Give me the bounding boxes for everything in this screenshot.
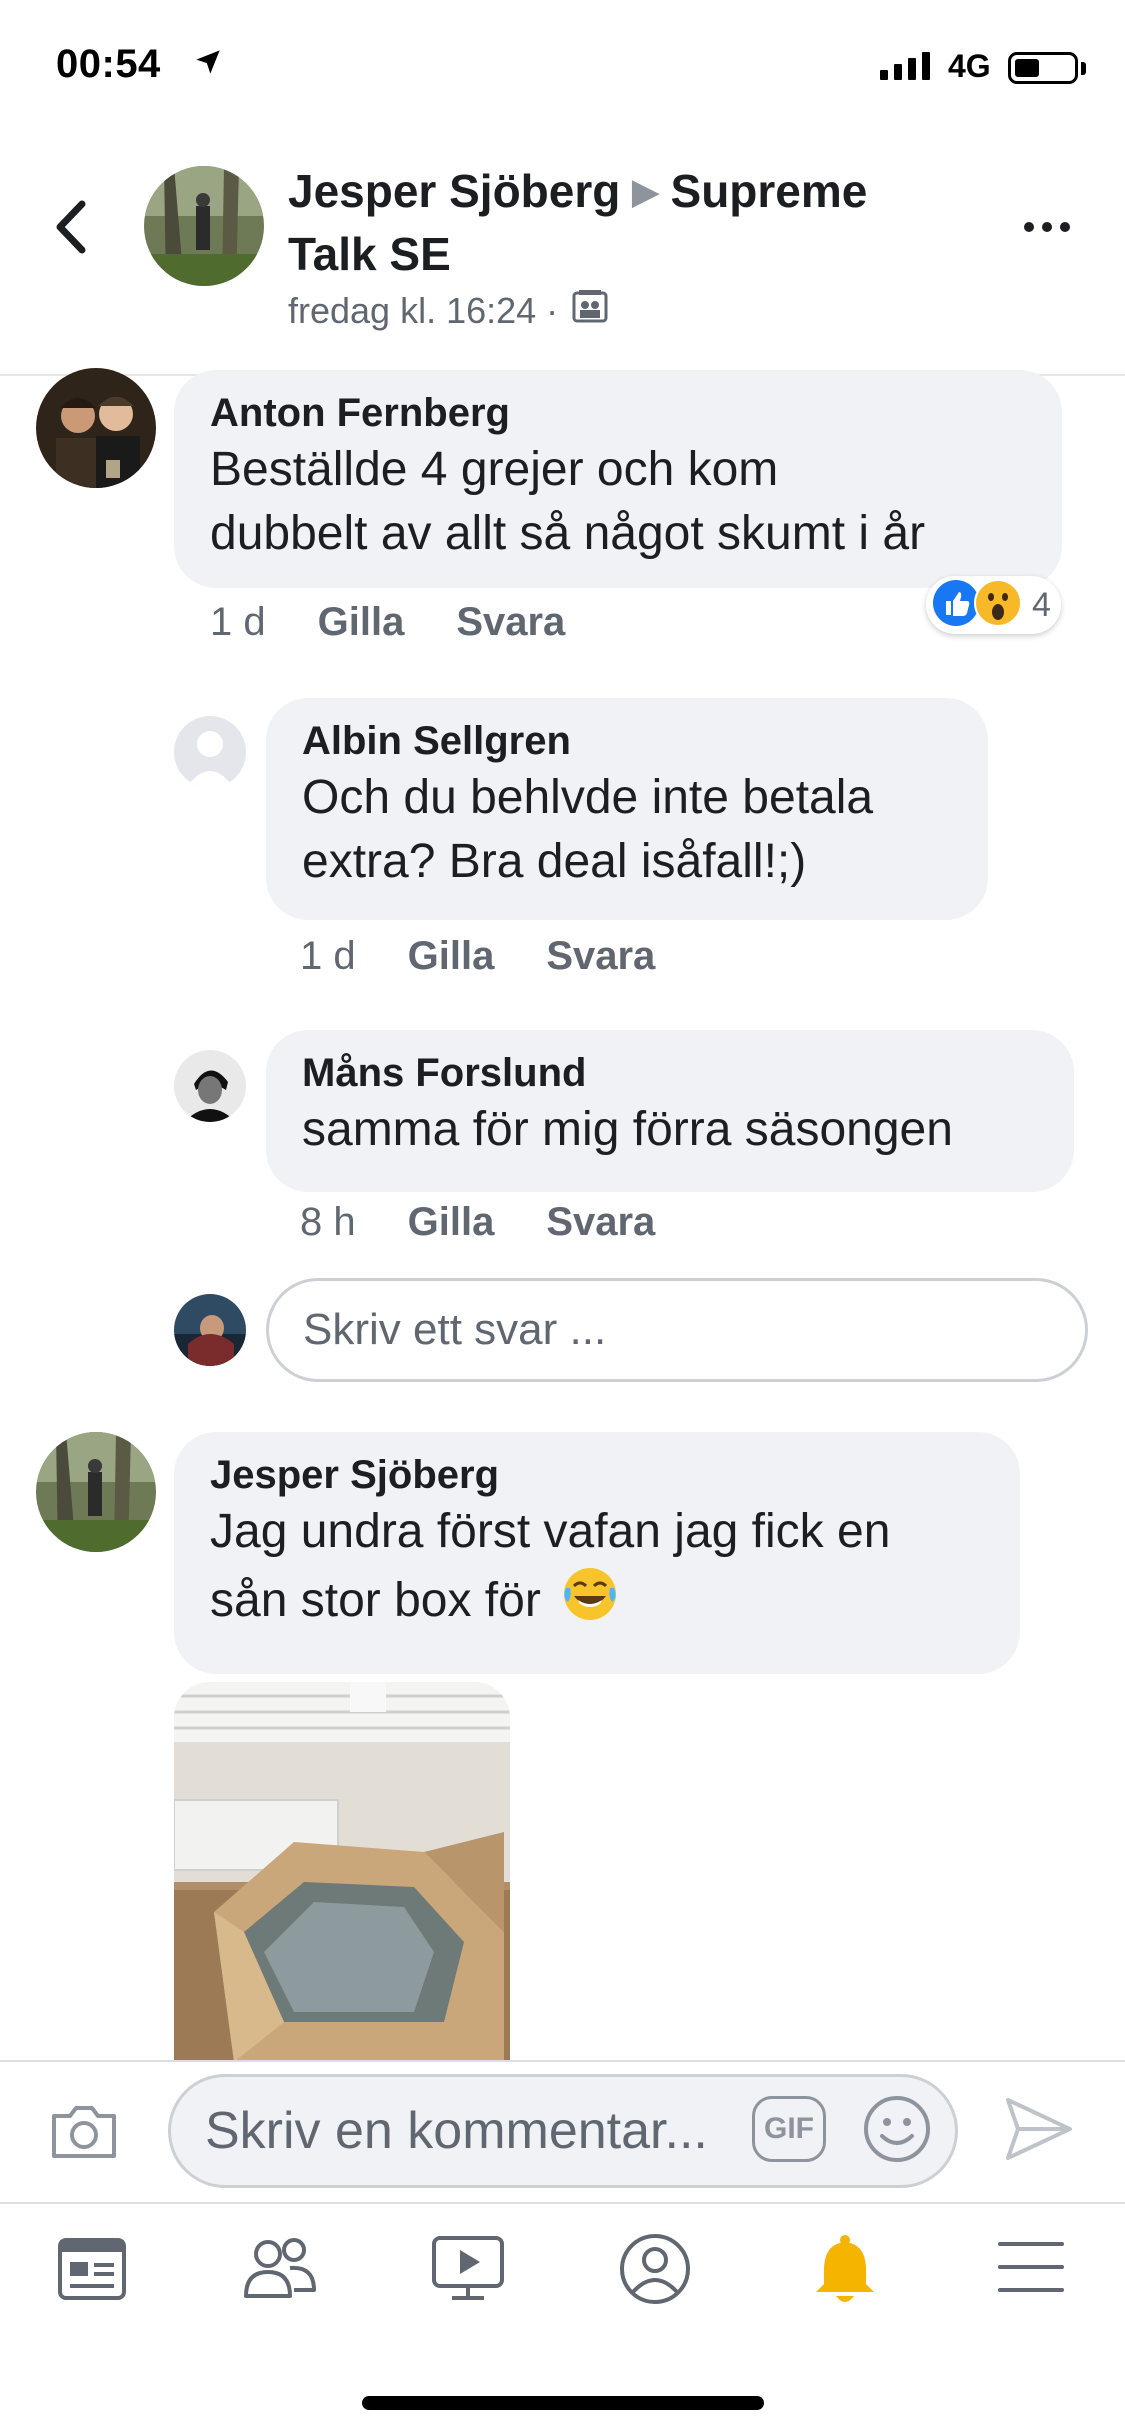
friends-icon[interactable] [240, 2232, 320, 2309]
group-audience-icon [572, 288, 608, 333]
reply-actions: 1 d Gilla Svara [300, 934, 655, 979]
author-name[interactable]: Jesper Sjöberg [288, 165, 620, 217]
post-header-title: Jesper Sjöberg ▶ Supreme Talk SE [288, 162, 968, 283]
comment-bubble: Anton Fernberg Beställde 4 grejer och ko… [174, 370, 1062, 588]
post-timestamp: fredag kl. 16:24 · [288, 289, 559, 331]
wow-reaction-icon [974, 578, 1022, 632]
group-name-line2[interactable]: Talk SE [288, 228, 451, 280]
comment-text: extra? Bra deal isåfall!;) [302, 835, 807, 888]
comment-text: samma för mig förra säsongen [302, 1103, 953, 1156]
like-button[interactable]: Gilla [408, 1200, 495, 1245]
reply-actions: 8 h Gilla Svara [300, 1200, 655, 1245]
notifications-bell-icon[interactable] [810, 2232, 880, 2313]
emoji-icon[interactable] [862, 2094, 932, 2169]
more-options-icon[interactable] [1024, 222, 1070, 232]
comment-text: Och du behlvde inte betala [302, 771, 874, 824]
comment-text: Beställde 4 grejer och kom [210, 443, 779, 496]
like-button[interactable]: Gilla [408, 934, 495, 979]
watch-icon[interactable] [430, 2232, 506, 2309]
signal-strength-icon [880, 52, 930, 80]
reply-bubble: Måns Forslund samma för mig förra säsong… [266, 1030, 1074, 1192]
reactions-summary[interactable]: 4 [926, 576, 1061, 634]
send-icon[interactable] [1004, 2096, 1074, 2167]
default-avatar-icon[interactable] [174, 716, 246, 788]
commenter-avatar[interactable] [36, 1432, 156, 1552]
comment-time: 1 d [300, 934, 356, 978]
group-name-line1[interactable]: Supreme [671, 165, 868, 217]
comment-input[interactable]: Skriv en kommentar... [168, 2074, 958, 2188]
reactions-count: 4 [1032, 585, 1051, 624]
comment-time: 8 h [300, 1200, 356, 1244]
status-time: 00:54 [56, 42, 161, 86]
laughing-tears-emoji-icon [560, 1564, 620, 1641]
current-user-avatar [174, 1294, 246, 1366]
home-indicator[interactable] [362, 2396, 764, 2410]
like-button[interactable]: Gilla [318, 600, 405, 645]
comment-text: dubbelt av allt så något skumt i år [210, 507, 926, 560]
reply-button[interactable]: Svara [456, 600, 565, 645]
reply-button[interactable]: Svara [546, 1200, 655, 1245]
commenter-name[interactable]: Albin Sellgren [302, 716, 952, 766]
comment-actions: 1 d Gilla Svara [210, 600, 565, 645]
comment-text: Jag undra först vafan jag fick en [210, 1505, 891, 1558]
post-meta: fredag kl. 16:24 · [288, 288, 608, 333]
commenter-name[interactable]: Måns Forslund [302, 1048, 1038, 1098]
battery-cap [1081, 62, 1086, 75]
camera-icon[interactable] [48, 2102, 120, 2167]
location-arrow-icon [194, 48, 222, 81]
comment-text: sån stor box för [210, 1574, 541, 1627]
comment-text-line2: sån stor box för [210, 1564, 984, 1641]
news-feed-icon[interactable] [56, 2232, 128, 2309]
reply-bubble: Albin Sellgren Och du behlvde inte betal… [266, 698, 988, 920]
reply-input[interactable]: Skriv ett svar ... [266, 1278, 1088, 1382]
author-avatar[interactable] [144, 166, 264, 286]
arrow-right-icon: ▶ [632, 173, 659, 211]
commenter-avatar[interactable] [174, 1050, 246, 1122]
back-chevron-icon[interactable] [52, 200, 88, 259]
comment-bubble: Jesper Sjöberg Jag undra först vafan jag… [174, 1432, 1020, 1674]
like-reaction-icon [932, 579, 980, 632]
profile-icon[interactable] [618, 2232, 692, 2311]
commenter-avatar[interactable] [36, 368, 156, 488]
comment-time: 1 d [210, 600, 266, 644]
network-type: 4G [948, 48, 991, 84]
commenter-name[interactable]: Jesper Sjöberg [210, 1450, 984, 1500]
gif-button[interactable]: GIF [752, 2096, 826, 2162]
comment-photo[interactable] [174, 1682, 510, 2062]
menu-icon[interactable] [996, 2232, 1066, 2307]
commenter-name[interactable]: Anton Fernberg [210, 388, 1026, 438]
reply-button[interactable]: Svara [546, 934, 655, 979]
battery-icon [1008, 52, 1078, 84]
